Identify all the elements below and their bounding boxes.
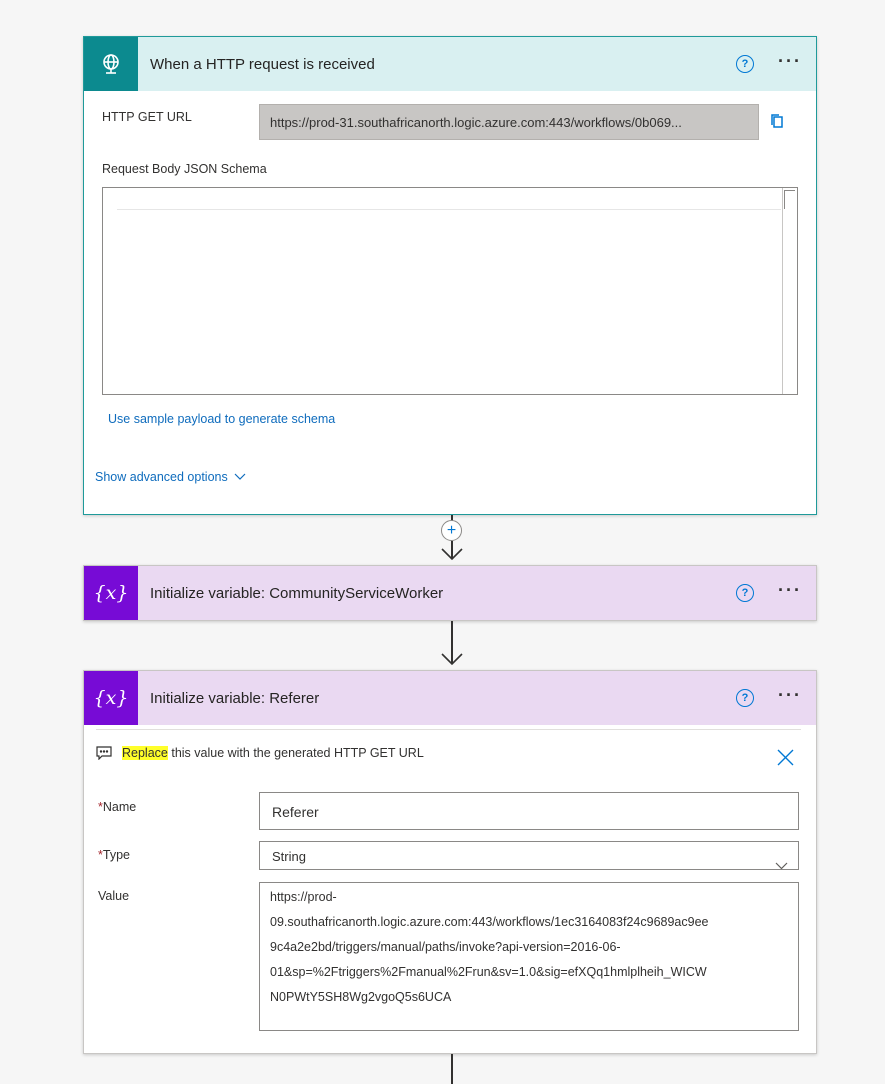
type-label-text: Type [102,848,130,862]
help-circle-icon[interactable]: ? [736,689,755,707]
ellipsis-icon[interactable]: ··· [778,52,802,76]
initialize-variable-card-referer: {𝑥} Initialize variable: Referer ? ··· R… [83,670,817,1054]
close-icon[interactable] [777,749,794,771]
show-advanced-options-link[interactable]: Show advanced options [95,470,246,484]
ellipsis-icon[interactable]: ··· [778,686,802,710]
http-get-url-label: HTTP GET URL [102,110,192,124]
chevron-down-icon [775,851,788,880]
help-circle-icon[interactable]: ? [736,55,755,73]
ellipsis-icon[interactable]: ··· [778,581,802,605]
value-line: https://prod- [270,890,337,904]
hint-text: this value with the generated HTTP GET U… [167,746,424,760]
type-select[interactable]: String [259,841,799,870]
value-line: N0PWtY5SH8Wg2vgoQ5s6UCA [270,990,452,1004]
trigger-header[interactable]: When a HTTP request is received ? ··· [84,37,816,91]
variable-x-icon: {𝑥} [84,566,138,620]
var1-title: Initialize variable: CommunityServiceWor… [150,584,444,602]
name-label: *Name [98,800,136,814]
copy-icon[interactable] [770,113,784,134]
var2-header[interactable]: {𝑥} Initialize variable: Referer ? ··· [84,671,816,725]
schema-scrollbar[interactable] [782,188,797,394]
globe-request-icon [84,37,138,91]
schema-editor[interactable] [102,187,798,395]
use-sample-payload-link[interactable]: Use sample payload to generate schema [108,412,335,426]
comment-icon [96,746,112,760]
divider [96,729,801,730]
type-label: *Type [98,848,130,862]
value-line: 01&sp=%2Ftriggers%2Fmanual%2Frun&sv=1.0&… [270,965,707,979]
variable-x-icon: {𝑥} [84,671,138,725]
schema-editor-line [117,188,781,210]
arrow-down-icon [441,652,463,671]
initialize-variable-card-communityserviceworker: {𝑥} Initialize variable: CommunityServic… [83,565,817,621]
name-label-text: Name [102,800,137,814]
trigger-title: When a HTTP request is received [150,55,375,73]
show-advanced-options-label: Show advanced options [95,470,228,484]
connector-line [451,1054,453,1084]
hint-highlight: Replace [122,746,168,760]
value-label: Value [98,889,130,903]
arrow-down-icon [441,547,463,566]
value-line: 9c4a2e2bd/triggers/manual/paths/invoke?a… [270,940,621,954]
hint-message: Replace this value with the generated HT… [96,746,801,760]
value-line: 09.southafricanorth.logic.azure.com:443/… [270,915,709,929]
help-circle-icon[interactable]: ? [736,584,755,602]
var2-title: Initialize variable: Referer [150,689,320,707]
value-textarea[interactable]: https://prod- 09.southafricanorth.logic.… [259,882,799,1031]
type-select-value: String [272,849,306,864]
var1-header[interactable]: {𝑥} Initialize variable: CommunityServic… [84,566,816,620]
chevron-down-icon [234,470,246,484]
schema-label: Request Body JSON Schema [102,162,267,176]
name-input[interactable]: Referer [259,792,799,830]
http-get-url-field[interactable]: https://prod-31.southafricanorth.logic.a… [259,104,759,140]
http-trigger-card: When a HTTP request is received ? ··· HT… [83,36,817,515]
add-step-button[interactable]: + [441,520,462,541]
